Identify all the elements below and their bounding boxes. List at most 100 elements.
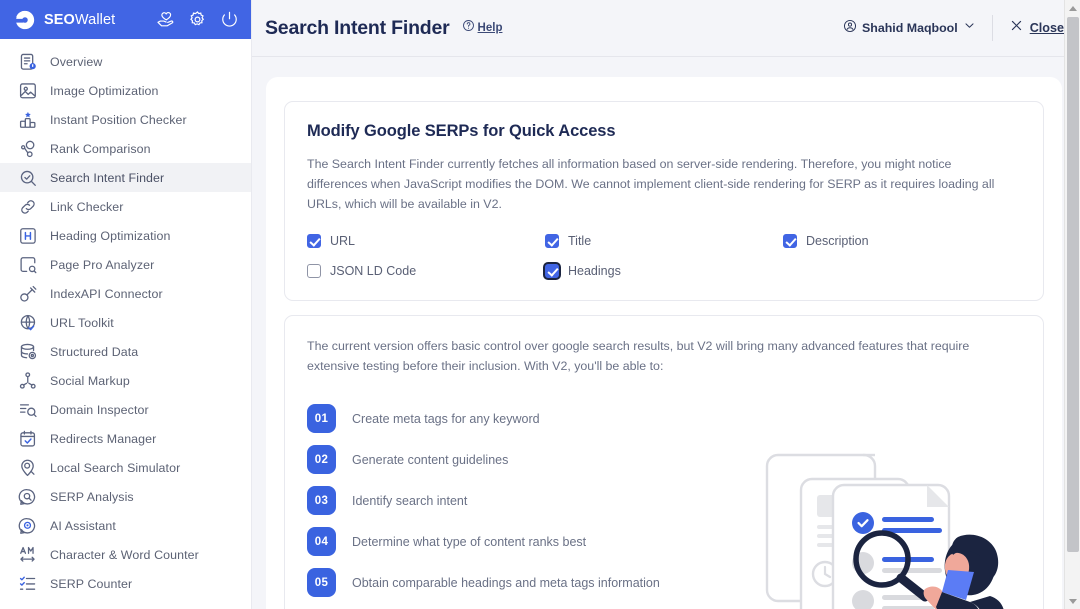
user-circle-icon (843, 19, 857, 38)
chevron-down-icon (963, 19, 976, 37)
feature-step: 05 Obtain comparable headings and meta ta… (307, 562, 1021, 603)
v2-features-card: The current version offers basic control… (284, 315, 1044, 609)
podium-icon (18, 110, 37, 129)
seowallet-logo-icon (14, 9, 36, 31)
checkbox-box[interactable] (545, 234, 559, 248)
sidebar-nav: Overview Image Optimization Instant Positi… (0, 39, 251, 609)
step-text: Obtain comparable headings and meta tags… (352, 575, 660, 590)
app-root: SEOWallet Overview Image Optimization In… (0, 0, 1080, 609)
checkbox-label: Title (568, 234, 592, 248)
sidebar-item-label: Page Pro Analyzer (50, 257, 155, 272)
page-search-icon (18, 255, 37, 274)
checkbox-title[interactable]: Title (545, 234, 783, 248)
sidebar-item-label: Local Search Simulator (50, 460, 181, 475)
help-link[interactable]: Help (462, 19, 503, 37)
sidebar-item-ai-assistant[interactable]: AI Assistant (0, 511, 251, 540)
list-search-icon (18, 400, 37, 419)
sidebar-item-label: IndexAPI Connector (50, 286, 163, 301)
card-paragraph: The Search Intent Finder currently fetch… (307, 157, 995, 211)
sidebar-item-label: Link Checker (50, 199, 124, 214)
checkbox-box[interactable] (545, 264, 559, 278)
link-icon (18, 197, 37, 216)
checkbox-box[interactable] (783, 234, 797, 248)
checkbox-headings[interactable]: Headings (545, 264, 783, 278)
sidebar-item-label: Character & Word Counter (50, 547, 199, 562)
image-icon (18, 81, 37, 100)
content-panel: Modify Google SERPs for Quick Access The… (266, 77, 1062, 609)
settings-icon[interactable] (188, 10, 207, 29)
question-circle-icon (462, 19, 475, 37)
sidebar-item-label: SERP Counter (50, 576, 133, 591)
header-right: Shahid Maqbool Close (843, 15, 1064, 41)
sidebar-item-label: Social Markup (50, 373, 130, 388)
sidebar-item-redirects-manager[interactable]: Redirects Manager (0, 424, 251, 453)
scroll-thumb[interactable] (1067, 17, 1079, 552)
chat-search-icon (18, 487, 37, 506)
sidebar-item-label: Structured Data (50, 344, 139, 359)
sidebar-item-serp-analysis[interactable]: SERP Analysis (0, 482, 251, 511)
sidebar-item-rank-comparison[interactable]: Rank Comparison (0, 134, 251, 163)
sidebar-item-link-checker[interactable]: Link Checker (0, 192, 251, 221)
sidebar-item-page-pro-analyzer[interactable]: Page Pro Analyzer (0, 250, 251, 279)
logout-icon[interactable] (220, 10, 239, 29)
checkbox-description[interactable]: Description (783, 234, 1021, 248)
step-text: Generate content guidelines (352, 452, 509, 467)
close-button[interactable]: Close (1009, 18, 1064, 38)
sidebar-item-label: SERP Analysis (50, 489, 134, 504)
step-text: Determine what type of content ranks bes… (352, 534, 587, 549)
step-number-badge: 02 (307, 445, 336, 474)
step-text: Identify search intent (352, 493, 468, 508)
serp-modify-card: Modify Google SERPs for Quick Access The… (284, 101, 1044, 301)
user-menu[interactable]: Shahid Maqbool (843, 19, 976, 38)
sidebar-item-instant-position-checker[interactable]: Instant Position Checker (0, 105, 251, 134)
step-number-badge: 01 (307, 404, 336, 433)
sidebar-item-structured-data[interactable]: Structured Data (0, 337, 251, 366)
sidebar-item-search-intent-finder[interactable]: Search Intent Finder (0, 163, 251, 192)
sidebar: SEOWallet Overview Image Optimization In… (0, 0, 252, 609)
checkbox-box[interactable] (307, 234, 321, 248)
feature-step: 04 Determine what type of content ranks b… (307, 521, 1021, 562)
sidebar-item-overview[interactable]: Overview (0, 47, 251, 76)
sidebar-item-url-toolkit[interactable]: URL Toolkit (0, 308, 251, 337)
brand-actions (156, 10, 239, 29)
checkbox-label: JSON LD Code (330, 264, 417, 278)
sidebar-item-domain-inspector[interactable]: Domain Inspector (0, 395, 251, 424)
page-title: Search Intent Finder (265, 16, 450, 39)
sidebar-item-label: AI Assistant (50, 518, 116, 533)
sidebar-item-local-search-simulator[interactable]: Local Search Simulator (0, 453, 251, 482)
card2-paragraph: The current version offers basic control… (307, 339, 970, 373)
checkbox-label: Headings (568, 264, 621, 278)
sidebar-item-character-word-counter[interactable]: Character & Word Counter (0, 540, 251, 569)
sidebar-item-image-optimization[interactable]: Image Optimization (0, 76, 251, 105)
support-icon[interactable] (156, 10, 175, 29)
document-info-icon (18, 52, 37, 71)
sidebar-item-label: Instant Position Checker (50, 112, 187, 127)
heading-h-icon (18, 226, 37, 245)
calendar-check-icon (18, 429, 37, 448)
sidebar-item-serp-counter[interactable]: SERP Counter (0, 569, 251, 598)
sidebar-item-social-markup[interactable]: Social Markup (0, 366, 251, 395)
brand-name-bold: SEO (44, 11, 75, 28)
scroll-up-arrow[interactable] (1065, 0, 1080, 16)
magnifier-check-icon (18, 168, 37, 187)
header-divider (991, 15, 993, 41)
brand-name-light: Wallet (74, 11, 116, 28)
content-scroll-area[interactable]: Modify Google SERPs for Quick Access The… (252, 57, 1080, 609)
step-number-badge: 03 (307, 486, 336, 515)
main-content: Search Intent Finder Help Shahid Maqbool… (252, 0, 1080, 609)
database-gear-icon (18, 342, 37, 361)
sidebar-item-label: URL Toolkit (50, 315, 114, 330)
sidebar-item-indexapi-connector[interactable]: IndexAPI Connector (0, 279, 251, 308)
checkbox-json-ld-code[interactable]: JSON LD Code (307, 264, 545, 278)
sidebar-item-label: Domain Inspector (50, 402, 149, 417)
globe-check-icon (18, 313, 37, 332)
feature-step: 01 Create meta tags for any keyword (307, 398, 1021, 439)
checkbox-box[interactable] (307, 264, 321, 278)
nodes-icon (18, 139, 37, 158)
scroll-down-arrow[interactable] (1065, 593, 1080, 609)
checkbox-url[interactable]: URL (307, 234, 545, 248)
vertical-scrollbar[interactable] (1064, 0, 1080, 609)
brand-header: SEOWallet (0, 0, 251, 39)
sidebar-item-heading-optimization[interactable]: Heading Optimization (0, 221, 251, 250)
help-label: Help (477, 22, 503, 34)
